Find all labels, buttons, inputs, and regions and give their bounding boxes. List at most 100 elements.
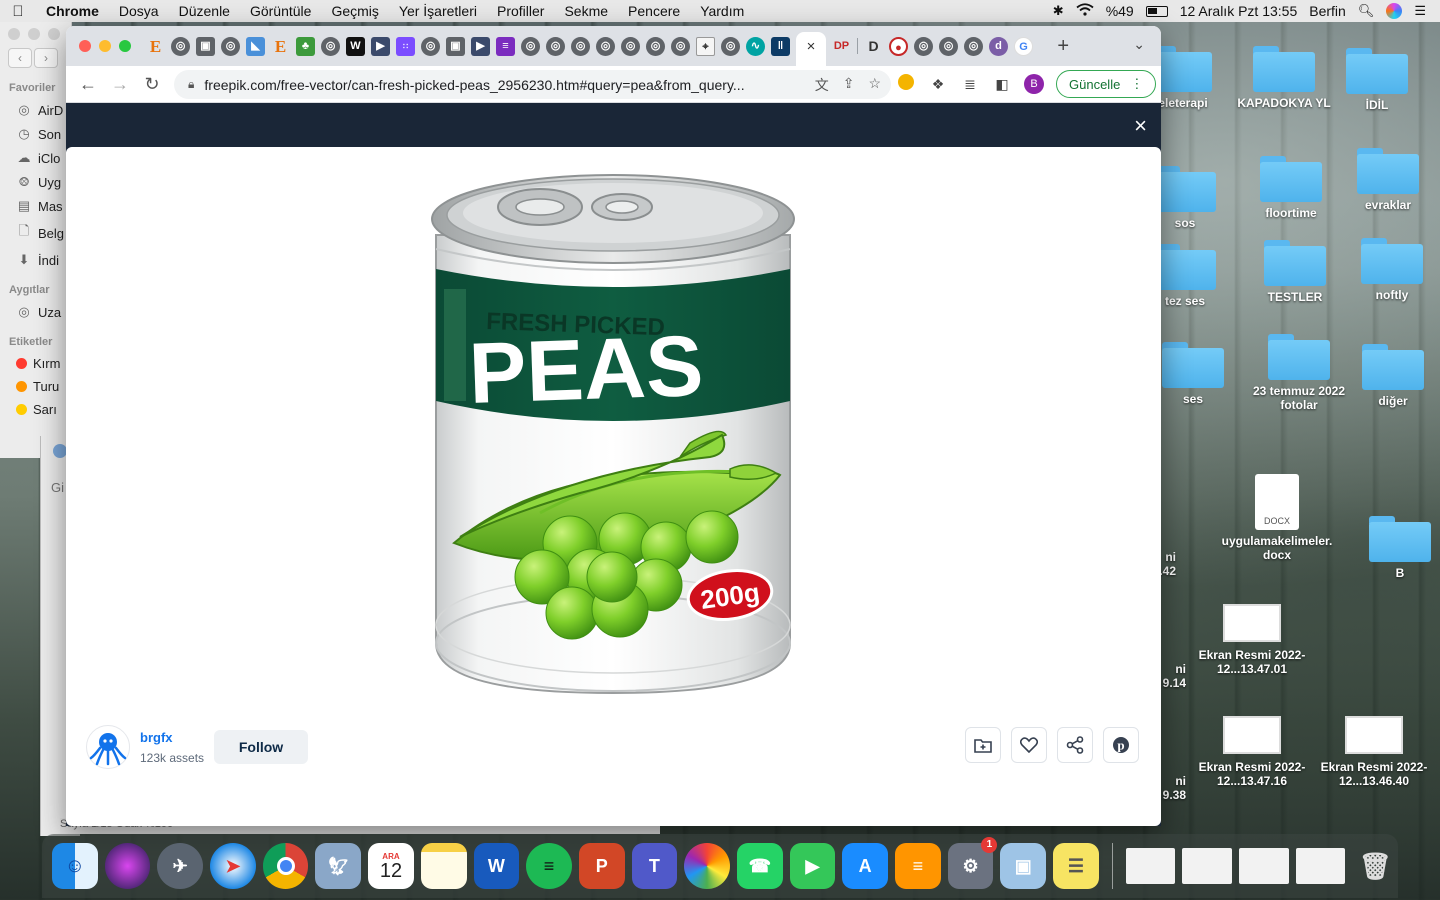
apple-menu-icon[interactable]: : [0, 3, 36, 20]
tab-favicon-globe-icon[interactable]: ◎: [171, 36, 190, 56]
share-icon[interactable]: ⇪: [843, 75, 855, 95]
menu-item[interactable]: Profiller: [487, 3, 554, 19]
tab-favicon-document-icon[interactable]: ⌖: [696, 36, 715, 56]
finder-item-airdrop[interactable]: ◎ AirD: [0, 98, 71, 122]
desktop-folder[interactable]: B: [1345, 516, 1440, 580]
dock-minimized-window[interactable]: [1182, 848, 1233, 884]
tab-favicon-google-icon[interactable]: G: [1014, 36, 1033, 56]
close-window-icon[interactable]: [79, 40, 91, 52]
tab-favicon-w-icon[interactable]: W: [346, 36, 365, 56]
new-tab-button[interactable]: +: [1057, 35, 1069, 58]
tab-favicon-globe-icon[interactable]: ◎: [621, 36, 640, 56]
tab-favicon-arrow-icon[interactable]: ▶: [371, 36, 390, 56]
control-center-icon[interactable]: ☰: [1414, 3, 1426, 19]
tab-favicon-globe-icon[interactable]: ◎: [546, 36, 565, 56]
tab-favicon-leaf-icon[interactable]: ♣: [296, 36, 315, 56]
close-tab-icon[interactable]: ×: [807, 38, 816, 55]
tab-favicon-globe-icon[interactable]: ◎: [596, 36, 615, 56]
dock-preview-icon[interactable]: 🦅︎: [315, 843, 362, 889]
desktop-folder[interactable]: diğer: [1338, 344, 1440, 408]
menu-app-name[interactable]: Chrome: [36, 3, 109, 19]
menu-item[interactable]: Dosya: [109, 3, 169, 19]
tab-favicon-list-icon[interactable]: ≡: [496, 36, 515, 56]
tab-favicon-arrow-icon[interactable]: ▶: [471, 36, 490, 56]
pinterest-button[interactable]: p: [1103, 727, 1139, 763]
pea-can-image[interactable]: FRESH PICKED PEAS 200g: [430, 173, 796, 699]
tab-favicon-globe-icon[interactable]: ◎: [671, 36, 690, 56]
dock-teams-icon[interactable]: T: [631, 843, 678, 889]
dock-image-capture-icon[interactable]: ▣: [1000, 843, 1047, 889]
tab-favicon-dots-icon[interactable]: ∷: [396, 36, 415, 56]
tab-favicon-bird-icon[interactable]: ◣: [246, 36, 265, 56]
desktop-folder[interactable]: İDİL: [1322, 48, 1432, 112]
url-text[interactable]: freepik.com/free-vector/can-fresh-picked…: [204, 77, 794, 93]
tab-favicon-globe-icon[interactable]: ◎: [939, 36, 958, 56]
dock-app-store-icon[interactable]: A: [842, 843, 888, 889]
side-panel-icon[interactable]: ◧: [992, 74, 1012, 94]
menu-item[interactable]: Görüntüle: [240, 3, 321, 19]
clock[interactable]: 12 Aralık Pzt 13:55: [1180, 3, 1298, 19]
tab-favicon-lock-icon[interactable]: ▣: [196, 36, 215, 56]
finder-tag-red[interactable]: Kırm: [0, 352, 71, 375]
battery-icon[interactable]: [1145, 5, 1168, 17]
tab-favicon-record-icon[interactable]: ●: [889, 36, 908, 56]
tab-favicon-wave-icon[interactable]: ∿: [746, 36, 765, 56]
menu-item[interactable]: Geçmiş: [321, 3, 388, 19]
profile-avatar[interactable]: B: [1024, 74, 1044, 94]
tab-favicon-globe-icon[interactable]: ◎: [964, 36, 983, 56]
tab-favicon-globe-icon[interactable]: ◎: [321, 36, 340, 56]
tab-favicon-globe-icon[interactable]: ◎: [646, 36, 665, 56]
finder-item-icloud[interactable]: ☁ iClo: [0, 146, 71, 170]
dock-books-icon[interactable]: ≡: [895, 843, 941, 889]
desktop-folder[interactable]: noftly: [1337, 238, 1440, 302]
dock-word-icon[interactable]: W: [473, 843, 520, 889]
lock-icon[interactable]: 🔒︎: [188, 77, 194, 92]
share-button[interactable]: [1057, 727, 1093, 763]
tab-favicon-globe-icon[interactable]: ◎: [521, 36, 540, 56]
dock-minimized-window[interactable]: [1239, 848, 1289, 884]
author-avatar[interactable]: [86, 725, 130, 769]
more-menu-icon[interactable]: ⋮: [1130, 76, 1143, 92]
modal-close-button[interactable]: ×: [1134, 113, 1147, 139]
bluetooth-icon[interactable]: ✱: [1053, 3, 1064, 19]
dock-system-preferences-icon[interactable]: ⚙ 1: [947, 837, 998, 889]
desktop-folder[interactable]: floortime: [1236, 156, 1346, 220]
dock-minimized-window[interactable]: [1125, 848, 1176, 884]
author-name-link[interactable]: brgfx: [140, 730, 204, 745]
finder-item-downloads[interactable]: ⬇ İndi: [0, 248, 71, 272]
dock-launchpad-icon[interactable]: ✈: [157, 843, 204, 889]
forward-button[interactable]: →: [104, 74, 136, 95]
finder-item-remote-disc[interactable]: ◎ Uza: [0, 300, 71, 324]
dock-siri-icon[interactable]: [104, 843, 151, 889]
add-to-collection-button[interactable]: [965, 727, 1001, 763]
menu-item[interactable]: Yardım: [690, 3, 754, 19]
dock-trash-icon[interactable]: 🗑︎: [1352, 843, 1398, 889]
bookmark-star-icon[interactable]: ☆: [868, 75, 881, 95]
tab-search-icon[interactable]: ⌄: [1133, 36, 1145, 53]
dock-photos-icon[interactable]: [684, 843, 730, 889]
tab-favicon-globe-icon[interactable]: ◎: [421, 36, 440, 56]
dock-whatsapp-icon[interactable]: ☎: [736, 843, 783, 889]
siri-icon[interactable]: [1386, 3, 1403, 19]
menu-item[interactable]: Sekme: [554, 3, 618, 19]
tab-favicon-bars-icon[interactable]: ‖: [771, 36, 790, 56]
zoom-window-icon[interactable]: [119, 40, 131, 52]
wifi-icon[interactable]: [1076, 3, 1094, 19]
desktop-folder[interactable]: evraklar: [1333, 148, 1440, 212]
desktop-screenshot[interactable]: Ekran Resmi 2022-12...13.47.16: [1196, 716, 1308, 788]
tab-favicon-globe-icon[interactable]: ◎: [721, 36, 740, 56]
dock-spotify-icon[interactable]: ≡: [526, 843, 572, 889]
finder-item-recents[interactable]: ◷ Son: [0, 122, 71, 146]
tab-favicon-globe-icon[interactable]: ◎: [221, 36, 240, 56]
tab-favicon-d-icon[interactable]: D: [864, 37, 883, 56]
desktop-folder[interactable]: TESTLER: [1240, 240, 1350, 304]
tab-favicon-e-icon[interactable]: E: [146, 37, 165, 56]
tab-favicon-d-icon[interactable]: d: [989, 36, 1008, 56]
finder-tag-orange[interactable]: Turu: [0, 375, 71, 398]
minimize-window-icon[interactable]: [99, 40, 111, 52]
finder-item-desktop[interactable]: ▤ Mas: [0, 194, 71, 218]
translate-icon[interactable]: 文: [815, 75, 829, 95]
dock-finder-icon[interactable]: ☺: [52, 843, 98, 889]
dock-facetime-icon[interactable]: ▶: [789, 843, 836, 889]
follow-button[interactable]: Follow: [214, 730, 309, 764]
